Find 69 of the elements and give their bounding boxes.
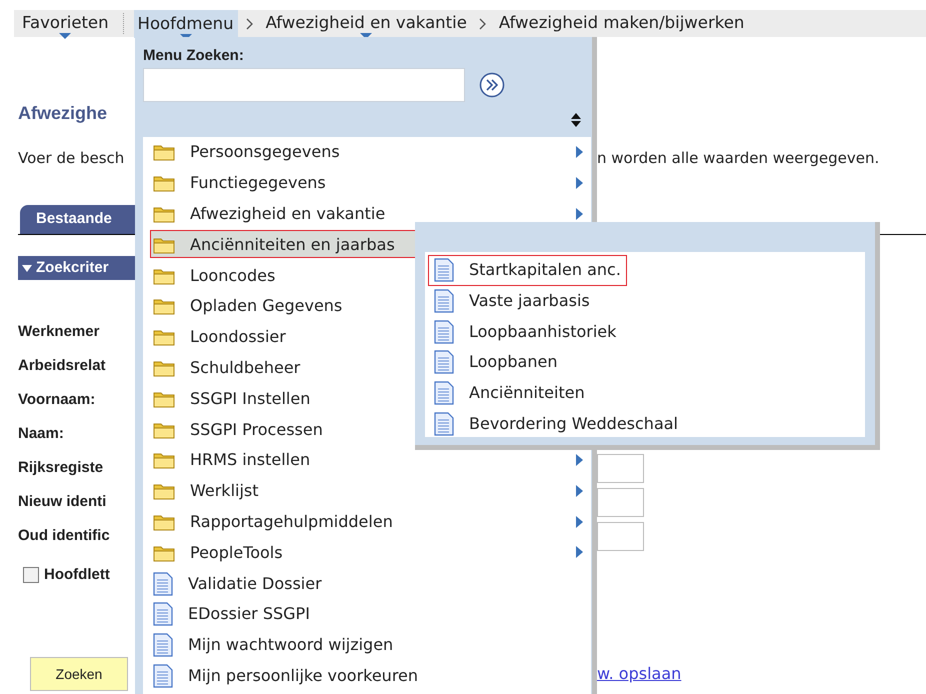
document-icon [434,381,454,406]
folder-icon [153,544,175,562]
document-icon [434,258,454,282]
document-icon [153,664,173,688]
breadcrumb-chevron-icon [246,18,254,30]
field-label: Naam: [18,424,65,444]
menu-item[interactable]: Mijn wachtwoord wijzigen [143,630,591,661]
document-icon [434,289,454,314]
menu-item[interactable]: Anciënniteiten [428,378,591,408]
input-field[interactable] [597,454,644,482]
folder-icon [153,297,175,316]
menu-item[interactable]: Persoonsgegevens [143,137,591,168]
document-icon [434,412,454,436]
menu-item[interactable]: Startkapitalen anc. [428,255,627,286]
folder-icon [153,390,175,408]
folder-icon [153,236,175,254]
menu-item[interactable]: Functiegegevens [143,168,591,199]
menu-item[interactable]: PeopleTools [143,537,591,568]
search-button[interactable]: Zoeken [30,657,128,691]
input-field[interactable] [597,488,644,516]
menu-item[interactable]: Loopbaanhistoriek [428,316,622,348]
document-icon [153,602,173,626]
menu-item[interactable]: Vaste jaarbasis [428,286,596,316]
folder-icon [153,143,175,162]
checkbox[interactable] [23,567,39,583]
nav-menu[interactable]: Hoofdmenu [134,10,238,38]
folder-icon [153,174,175,192]
folder-icon [153,512,175,531]
menu-item[interactable]: Loopbanen [428,347,564,378]
menu-item[interactable]: Validatie Dossier [143,568,591,599]
field-label: Rijksregiste [18,458,104,478]
sort-icon[interactable] [571,112,581,126]
menu-item[interactable]: Rapportagehulpmiddelen [143,506,591,538]
instruction-text: n worden alle waarden weergegeven. [597,148,880,169]
folder-icon [153,482,175,500]
folder-icon [153,358,175,377]
document-icon [434,320,454,344]
checkbox-label: Hoofdlett [44,564,110,585]
breadcrumb-chevron-icon [478,18,487,30]
field-label: Oud identific [18,526,111,546]
menu-search-label: Menu Zoeken: [143,46,245,65]
menu-search-field[interactable] [143,68,465,102]
field-label: Voornaam: [18,390,96,410]
document-icon [434,350,454,374]
collapse-triangle-icon [22,264,32,272]
menu-item[interactable]: EDossier SSGPI [143,598,591,630]
instruction-text: Voer de besch [18,148,126,169]
folder-icon [153,451,175,470]
section-header[interactable]: Zoekcriter [18,256,138,280]
folder-icon [153,266,175,285]
menu-item[interactable]: Werklijst [143,476,591,507]
field-label: Arbeidsrelat [18,356,107,376]
nav-menu[interactable]: Favorieten [18,10,113,37]
go-button-icon[interactable] [479,72,505,98]
document-icon [153,572,173,596]
folder-icon [153,420,175,439]
folder-icon [153,328,175,346]
dropdown-caret-icon [59,33,72,39]
document-icon [153,633,173,658]
page-title: Afwezighe [18,102,108,124]
field-label: Nieuw identi [18,492,108,512]
menu-item[interactable]: Bevordering Weddeschaal [428,408,684,440]
field-label: Werknemer [18,322,100,342]
menu-item[interactable]: Mijn persoonlijke voorkeuren [143,660,591,692]
menu-item[interactable]: HRMS instellen [143,444,591,476]
link[interactable]: w. opslaan [597,662,926,686]
breadcrumb-link[interactable]: Afwezigheid maken/bijwerken [494,10,748,37]
input-field[interactable] [597,522,644,550]
folder-icon [153,204,175,223]
